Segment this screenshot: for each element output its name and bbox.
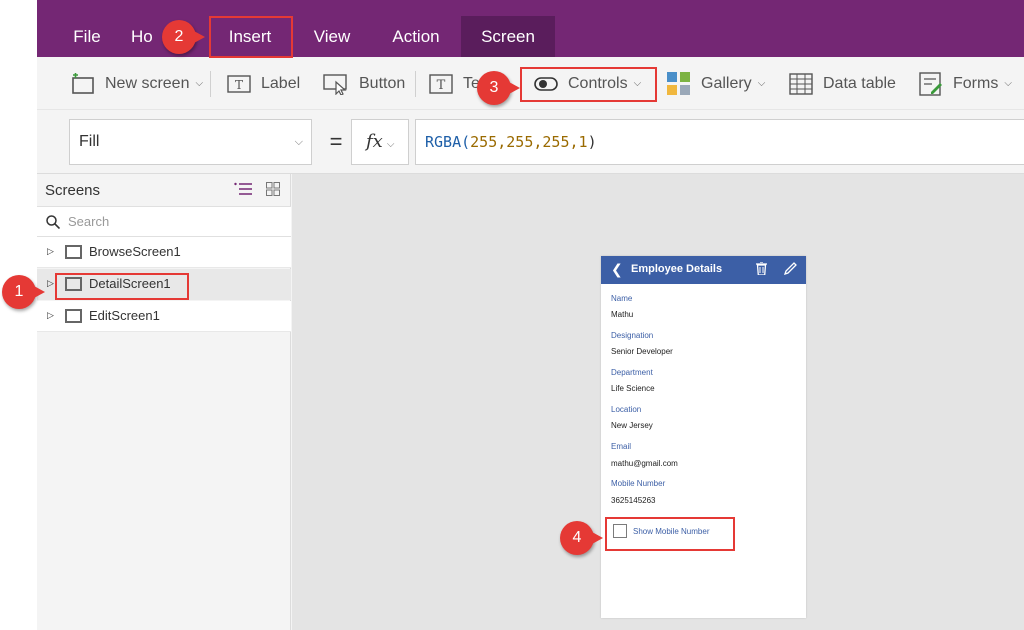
data-table-label: Data table bbox=[823, 74, 896, 92]
new-screen-button[interactable]: New screen ⌵ bbox=[71, 57, 203, 110]
callout-4: 4 bbox=[560, 521, 603, 555]
svg-text:T: T bbox=[235, 78, 243, 92]
screen-item-label: EditScreen1 bbox=[89, 308, 160, 323]
screen-icon bbox=[65, 309, 82, 323]
menu-screen[interactable]: Screen bbox=[461, 16, 555, 57]
button-button[interactable]: Button bbox=[323, 57, 405, 110]
field-label-email: Email bbox=[611, 442, 632, 451]
app-preview-screen: ❮ Employee Details Name Mathu Designatio… bbox=[601, 256, 806, 618]
edit-pencil-icon[interactable] bbox=[784, 262, 797, 275]
search-placeholder: Search bbox=[68, 214, 110, 229]
search-icon bbox=[46, 215, 60, 229]
highlight-insert bbox=[209, 16, 293, 58]
screen-item-browse[interactable]: ▷ BrowseScreen1 bbox=[37, 237, 291, 268]
design-canvas[interactable]: ❮ Employee Details Name Mathu Designatio… bbox=[292, 174, 1024, 630]
powerapps-studio: File Ho Insert View Action Screen New sc… bbox=[37, 0, 1024, 630]
field-value-email: mathu@gmail.com bbox=[611, 459, 678, 468]
list-view-icon[interactable] bbox=[234, 182, 252, 196]
fx-button[interactable]: fx ⌵ bbox=[351, 119, 409, 165]
expand-triangle-icon[interactable]: ▷ bbox=[47, 278, 54, 289]
gallery-icon bbox=[667, 71, 690, 95]
field-value-location: New Jersey bbox=[611, 421, 653, 430]
detail-header: ❮ Employee Details bbox=[601, 256, 806, 284]
panel-title: Screens bbox=[45, 182, 101, 199]
field-label-mobile: Mobile Number bbox=[611, 479, 666, 488]
expand-triangle-icon[interactable]: ▷ bbox=[47, 246, 54, 257]
left-margin bbox=[0, 0, 37, 630]
formula-bar: Fill ⌵ = fx ⌵ RGBA(255,255,255,1) bbox=[37, 110, 1024, 174]
text-icon: T bbox=[429, 73, 453, 94]
detail-title: Employee Details bbox=[631, 263, 723, 275]
panel-view-toggles bbox=[234, 182, 280, 196]
field-label-location: Location bbox=[611, 405, 642, 414]
grid-view-icon[interactable] bbox=[266, 182, 280, 196]
screen-icon bbox=[65, 245, 82, 259]
button-label: Button bbox=[359, 74, 406, 92]
svg-text:T: T bbox=[437, 78, 446, 93]
label-button[interactable]: T Label bbox=[227, 57, 300, 110]
highlight-checkbox bbox=[605, 517, 735, 551]
forms-label: Forms bbox=[953, 74, 999, 92]
highlight-controls bbox=[520, 67, 657, 102]
gallery-label: Gallery bbox=[701, 74, 752, 92]
forms-icon bbox=[919, 71, 942, 96]
chevron-down-icon: ⌵ bbox=[1004, 78, 1012, 89]
divider bbox=[415, 71, 416, 97]
screen-item-edit[interactable]: ▷ EditScreen1 bbox=[37, 301, 291, 332]
callout-3: 3 bbox=[477, 71, 520, 105]
trash-icon[interactable] bbox=[756, 262, 767, 275]
new-screen-label: New screen bbox=[105, 74, 190, 92]
field-label-designation: Designation bbox=[611, 331, 654, 340]
new-screen-icon bbox=[72, 72, 94, 94]
chevron-down-icon: ⌵ bbox=[386, 139, 395, 150]
field-value-department: Life Science bbox=[611, 384, 655, 393]
data-table-icon bbox=[789, 72, 813, 95]
screens-search[interactable]: Search bbox=[37, 206, 291, 237]
callout-1: 1 bbox=[2, 275, 45, 309]
fx-icon: fx bbox=[366, 131, 383, 152]
chevron-down-icon: ⌵ bbox=[757, 78, 766, 89]
menu-file[interactable]: File bbox=[61, 16, 113, 57]
formula-close: ) bbox=[587, 133, 597, 151]
callout-2: 2 bbox=[162, 20, 205, 54]
screen-item-label: BrowseScreen1 bbox=[89, 244, 181, 259]
property-dropdown[interactable]: Fill ⌵ bbox=[69, 119, 312, 165]
equals-sign: = bbox=[329, 129, 343, 154]
menu-view[interactable]: View bbox=[301, 16, 363, 57]
menu-action[interactable]: Action bbox=[381, 16, 451, 57]
formula-function: RGBA( bbox=[425, 133, 471, 151]
formula-input[interactable]: RGBA(255,255,255,1) bbox=[415, 119, 1024, 165]
divider bbox=[210, 71, 211, 97]
field-label-name: Name bbox=[611, 294, 633, 303]
forms-button[interactable]: Forms ⌵ bbox=[919, 57, 1012, 110]
expand-triangle-icon[interactable]: ▷ bbox=[47, 310, 54, 321]
field-value-name: Mathu bbox=[611, 310, 634, 319]
label-label: Label bbox=[261, 74, 301, 92]
label-icon: T bbox=[227, 74, 251, 93]
highlight-detailscreen bbox=[55, 273, 189, 300]
chevron-down-icon: ⌵ bbox=[195, 78, 204, 89]
button-icon bbox=[323, 73, 347, 95]
page: File Ho Insert View Action Screen New sc… bbox=[0, 0, 1024, 630]
chevron-down-icon: ⌵ bbox=[294, 136, 303, 148]
field-label-department: Department bbox=[611, 368, 653, 377]
formula-args: 255,255,255,1 bbox=[470, 133, 588, 151]
text-button[interactable]: T Te bbox=[429, 57, 480, 110]
field-value-mobile: 3625145263 bbox=[611, 496, 656, 505]
back-arrow-icon[interactable]: ❮ bbox=[611, 261, 623, 278]
data-table-button[interactable]: Data table bbox=[789, 57, 896, 110]
field-value-designation: Senior Developer bbox=[611, 347, 673, 356]
property-value: Fill bbox=[79, 133, 100, 150]
gallery-button[interactable]: Gallery ⌵ bbox=[667, 57, 765, 110]
screens-panel: Screens Search ▷ BrowseScreen1 ▷ DetailS… bbox=[37, 174, 291, 630]
